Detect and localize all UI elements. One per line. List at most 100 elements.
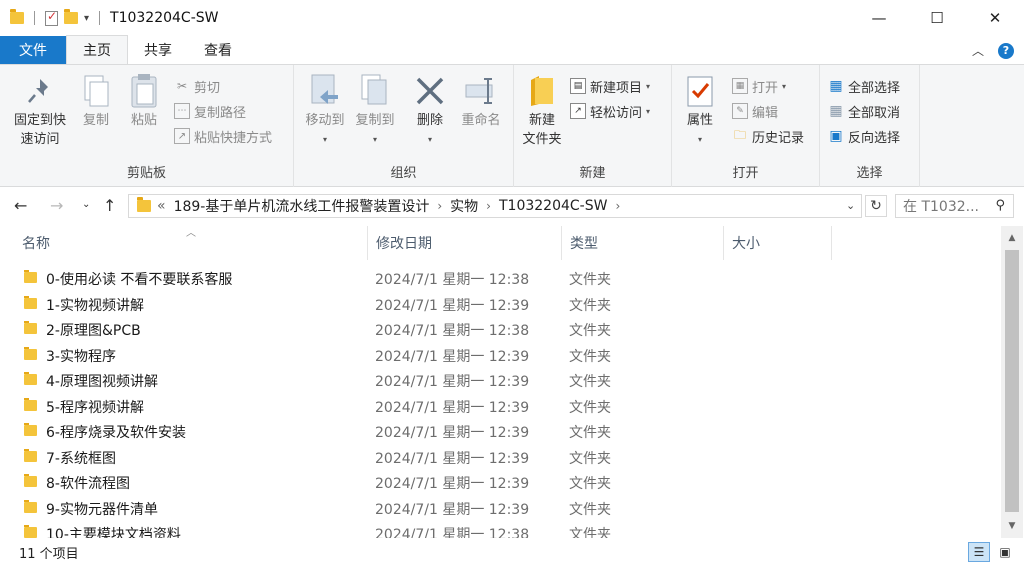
back-arrow-icon[interactable]: ← [14,196,27,215]
history-button[interactable]: 🗀 历史记录 [732,125,804,147]
file-name: 10-主要模块文档资料 [46,527,181,538]
tab-file[interactable]: 文件 [0,36,66,64]
column-date-modified[interactable]: 修改日期 [368,226,562,260]
file-row[interactable]: 0-使用必读 不看不要联系客服 2024/7/1 星期一 12:38 文件夹 [0,266,1000,291]
file-row[interactable]: 6-程序烧录及软件安装 2024/7/1 星期一 12:39 文件夹 [0,419,1000,444]
breadcrumb-separator-icon[interactable]: › [615,199,620,213]
file-date: 2024/7/1 星期一 12:39 [375,399,530,416]
move-to-dropdown-icon: ▾ [322,135,327,144]
file-type: 文件夹 [569,399,611,416]
column-name[interactable]: 名称 [14,226,368,260]
edit-button[interactable]: ✎ 编辑 [732,100,778,122]
file-type: 文件夹 [569,348,611,365]
customize-dropdown-icon[interactable]: ▾ [84,13,89,24]
copy-to-button[interactable]: 复制到 ▾ [350,73,400,149]
maximize-button[interactable]: ☐ [908,0,966,36]
file-row[interactable]: 4-原理图视频讲解 2024/7/1 星期一 12:39 文件夹 [0,368,1000,393]
refresh-icon[interactable]: ↻ [865,195,887,217]
new-group-label: 新建 [579,166,606,181]
new-folder-button[interactable]: 新建 文件夹 [518,73,566,149]
file-type: 文件夹 [569,323,611,339]
tab-home[interactable]: 主页 [66,35,128,64]
move-to-button[interactable]: 移动到 ▾ [300,73,350,149]
copy-path-label: 复制路径 [194,105,247,121]
file-row[interactable]: 5-程序视频讲解 2024/7/1 星期一 12:39 文件夹 [0,394,1000,419]
close-button[interactable]: ✕ [966,0,1024,36]
invert-selection-button[interactable]: ▣ 反向选择 [828,125,900,147]
file-row[interactable]: 10-主要模块文档资料 2024/7/1 星期一 12:38 文件夹 [0,521,1000,538]
folder-icon [24,397,37,411]
file-row[interactable]: 3-实物程序 2024/7/1 星期一 12:39 文件夹 [0,343,1000,368]
paste-shortcut-icon: ↗ [174,128,190,144]
new-folder-label-line1: 新建 [528,113,555,128]
tab-share[interactable]: 共享 [128,36,188,64]
properties-icon [682,73,718,109]
cut-button[interactable]: ✂ 剪切 [174,75,220,97]
scroll-up-arrow-icon[interactable]: ▲ [1001,228,1023,248]
file-row[interactable]: 8-软件流程图 2024/7/1 星期一 12:39 文件夹 [0,470,1000,495]
breadcrumb-item[interactable]: T1032204C-SW [499,198,607,214]
open-button[interactable]: ▦ 打开 ▾ [732,75,786,97]
quick-access-toolbar: ▾ [0,9,104,26]
delete-button[interactable]: 删除 ▾ [410,73,450,149]
minimize-button[interactable]: — [850,0,908,36]
file-type: 文件夹 [569,374,611,390]
properties-button[interactable]: 属性 ▾ [680,73,720,149]
new-item-dropdown-icon: ▾ [646,81,651,91]
breadcrumb-separator-icon[interactable]: › [437,199,442,213]
details-view-icon[interactable]: ☰ [968,542,990,562]
select-all-button[interactable]: ▦ 全部选择 [828,75,900,97]
new-folder-quick-icon[interactable] [64,9,78,24]
select-group: ▦ 全部选择 ▦ 全部取消 ▣ 反向选择 选择 [820,65,920,187]
collapse-ribbon-icon[interactable]: ︿ [972,42,984,59]
search-box[interactable]: 在 T1032... ⚲ [895,194,1014,218]
paste-shortcut-button[interactable]: ↗ 粘贴快捷方式 [174,125,272,147]
column-size[interactable]: 大小 [724,226,832,260]
pin-label-line1: 固定到快 [13,113,66,128]
select-none-button[interactable]: ▦ 全部取消 [828,100,900,122]
file-name: 2-原理图&PCB [46,323,141,339]
easy-access-button[interactable]: ↗ 轻松访问 ▾ [570,100,650,122]
file-name: 4-原理图视频讲解 [46,374,158,390]
folder-icon [24,474,37,487]
file-date: 2024/7/1 星期一 12:39 [375,297,530,314]
pin-to-quick-access-button[interactable]: 固定到快 速访问 [8,73,72,149]
rename-button[interactable]: 重命名 [456,73,506,130]
vertical-scrollbar[interactable]: ▲ ▼ [1001,226,1023,538]
up-arrow-icon[interactable]: ↑ [103,196,116,215]
large-icons-view-icon[interactable]: ▣ [994,542,1016,562]
recent-locations-chevron-icon[interactable]: ⌄ [82,199,90,210]
copy-button[interactable]: 复制 [76,73,116,130]
address-dropdown-icon[interactable]: ⌄ [846,199,855,212]
properties-quick-icon[interactable] [45,9,58,26]
folder-icon [24,270,37,283]
invert-selection-label: 反向选择 [848,130,901,146]
help-icon[interactable]: ? [998,42,1014,59]
column-type[interactable]: 类型 [562,226,724,260]
pin-icon [22,73,58,109]
breadcrumb-item[interactable]: 实物 [450,196,478,216]
folder-icon [24,321,37,334]
breadcrumb-separator-icon[interactable]: › [486,199,491,213]
file-row[interactable]: 9-实物元器件清单 2024/7/1 星期一 12:39 文件夹 [0,496,1000,521]
file-type: 文件夹 [569,527,611,538]
paste-icon [126,73,162,109]
breadcrumb-overflow[interactable]: « [157,198,166,214]
scroll-down-arrow-icon[interactable]: ▼ [1001,516,1023,536]
tab-view[interactable]: 查看 [188,36,248,64]
scrollbar-thumb[interactable] [1005,250,1019,512]
file-row[interactable]: 2-原理图&PCB 2024/7/1 星期一 12:38 文件夹 [0,317,1000,342]
breadcrumb-item[interactable]: 189-基于单片机流水线工件报警装置设计 [174,196,430,216]
forward-arrow-icon[interactable]: → [50,196,63,215]
easy-access-label: 轻松访问 [590,105,643,121]
paste-button[interactable]: 粘贴 [124,73,164,130]
paste-label: 粘贴 [130,113,157,128]
search-icon[interactable]: ⚲ [995,198,1005,213]
file-row[interactable]: 7-系统框图 2024/7/1 星期一 12:39 文件夹 [0,445,1000,470]
address-bar[interactable]: « 189-基于单片机流水线工件报警装置设计 › 实物 › T1032204C-… [128,194,862,218]
paste-shortcut-label: 粘贴快捷方式 [194,130,273,146]
copy-path-button[interactable]: ⋯ 复制路径 [174,100,246,122]
file-row[interactable]: 1-实物视频讲解 2024/7/1 星期一 12:39 文件夹 [0,292,1000,317]
open-icon: ▦ [732,78,748,94]
new-item-button[interactable]: ▤ 新建项目 ▾ [570,75,650,97]
